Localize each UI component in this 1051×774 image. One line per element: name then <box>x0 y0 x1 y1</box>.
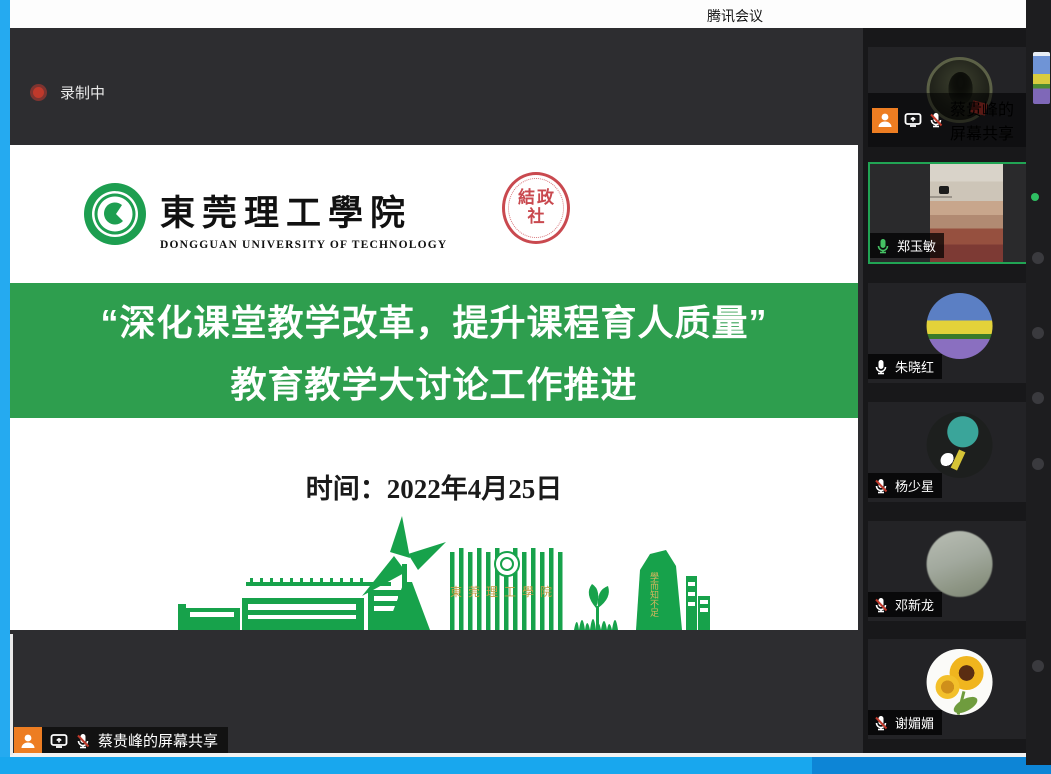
participant-namebar: 郑玉敏 <box>870 233 944 258</box>
record-dot-icon <box>30 84 47 101</box>
screen-share-icon <box>50 732 68 750</box>
mic-muted-icon <box>873 478 889 494</box>
background-panel-icon <box>1032 458 1044 470</box>
seal-text: 結政社 <box>516 188 558 226</box>
status-dot-green <box>1031 193 1039 201</box>
background-panel-icon <box>1032 660 1044 672</box>
background-panel-strip <box>1026 0 1051 765</box>
presenter-icon <box>872 108 898 133</box>
participant-namebar: 杨少星 <box>868 473 942 498</box>
participant-namebar: 蔡贵峰的屏幕共享 <box>868 93 1029 147</box>
avatar <box>926 293 992 359</box>
recording-label: 录制中 <box>60 82 105 103</box>
screen-share-banner[interactable]: 蔡贵峰的屏幕共享 <box>14 727 228 754</box>
background-window-bottom-edge <box>0 757 812 774</box>
mic-on-icon <box>873 359 889 375</box>
participant-name: 谢媚媚 <box>895 713 934 732</box>
window-edge <box>10 634 13 755</box>
screen-share-label: 蔡贵峰的屏幕共享 <box>98 730 218 751</box>
university-name-en: DONGGUAN UNIVERSITY OF TECHNOLOGY <box>160 239 490 251</box>
background-panel-icon <box>1032 327 1044 339</box>
rock-motto-text: 學而知不足 <box>649 571 659 618</box>
window-title: 腾讯会议 <box>670 6 800 26</box>
avatar <box>926 412 992 478</box>
background-window-left-edge <box>0 0 10 774</box>
participants-sidebar: 蔡贵峰的屏幕共享 郑玉敏 朱晓红 <box>863 28 1030 755</box>
participant-name: 朱晓红 <box>895 357 934 376</box>
participant-tile-caiguifeng[interactable]: 蔡贵峰的屏幕共享 <box>868 47 1029 147</box>
participant-name: 郑玉敏 <box>897 236 936 255</box>
society-seal-icon: 結政社 <box>498 168 574 248</box>
slide-date: 时间：2022年4月25日 <box>10 467 858 506</box>
participant-namebar: 邓新龙 <box>868 592 942 617</box>
participant-name: 蔡贵峰的屏幕共享 <box>950 96 1025 144</box>
university-logo-icon <box>82 181 148 247</box>
shared-screen-slide: 東莞理工學院 DONGGUAN UNIVERSITY OF TECHNOLOGY… <box>10 145 858 630</box>
background-panel-icon <box>1032 252 1044 264</box>
mic-muted-icon <box>928 112 944 128</box>
presenter-icon <box>14 727 42 754</box>
mic-muted-icon <box>75 733 91 749</box>
recording-indicator[interactable]: 录制中 <box>30 82 105 103</box>
participant-tile-zhuxiaohong[interactable]: 朱晓红 <box>868 283 1029 383</box>
mic-muted-icon <box>873 715 889 731</box>
slide-title-line2: 教育教学大讨论工作推进 <box>230 356 637 408</box>
participant-tile-dengxinlong[interactable]: 邓新龙 <box>868 521 1029 621</box>
slide-title-banner: “深化课堂教学改革，提升课程育人质量” 教育教学大讨论工作推进 <box>10 283 858 418</box>
window-titlebar: 腾讯会议 <box>10 0 1026 28</box>
participant-namebar: 谢媚媚 <box>868 710 942 735</box>
university-name-block: 東莞理工學院 DONGGUAN UNIVERSITY OF TECHNOLOGY <box>160 185 490 251</box>
background-window-bottom-edge-dark <box>812 757 1051 774</box>
participant-tile-yangshaoxing[interactable]: 杨少星 <box>868 402 1029 502</box>
avatar <box>926 649 992 715</box>
campus-skyline-illustration: 東莞理工學院 學而知不足 <box>150 512 710 630</box>
background-panel-thumbnail <box>1033 52 1050 104</box>
university-name-cn: 東莞理工學院 <box>160 185 490 236</box>
participant-namebar: 朱晓红 <box>868 354 942 379</box>
mic-muted-icon <box>873 597 889 613</box>
participant-name: 邓新龙 <box>895 595 934 614</box>
window-edge <box>10 753 1026 757</box>
participant-tile-xiemeimei[interactable]: 谢媚媚 <box>868 639 1029 739</box>
mic-active-icon <box>875 238 891 254</box>
gate-name-text: 東莞理工學院 <box>450 585 558 599</box>
slide-title-line1: “深化课堂教学改革，提升课程育人质量” <box>100 294 767 346</box>
participant-name: 杨少星 <box>895 476 934 495</box>
screen-share-icon <box>904 111 922 129</box>
participant-tile-zhengyumin[interactable]: 郑玉敏 <box>868 162 1029 264</box>
avatar <box>926 531 992 597</box>
background-panel-icon <box>1032 392 1044 404</box>
